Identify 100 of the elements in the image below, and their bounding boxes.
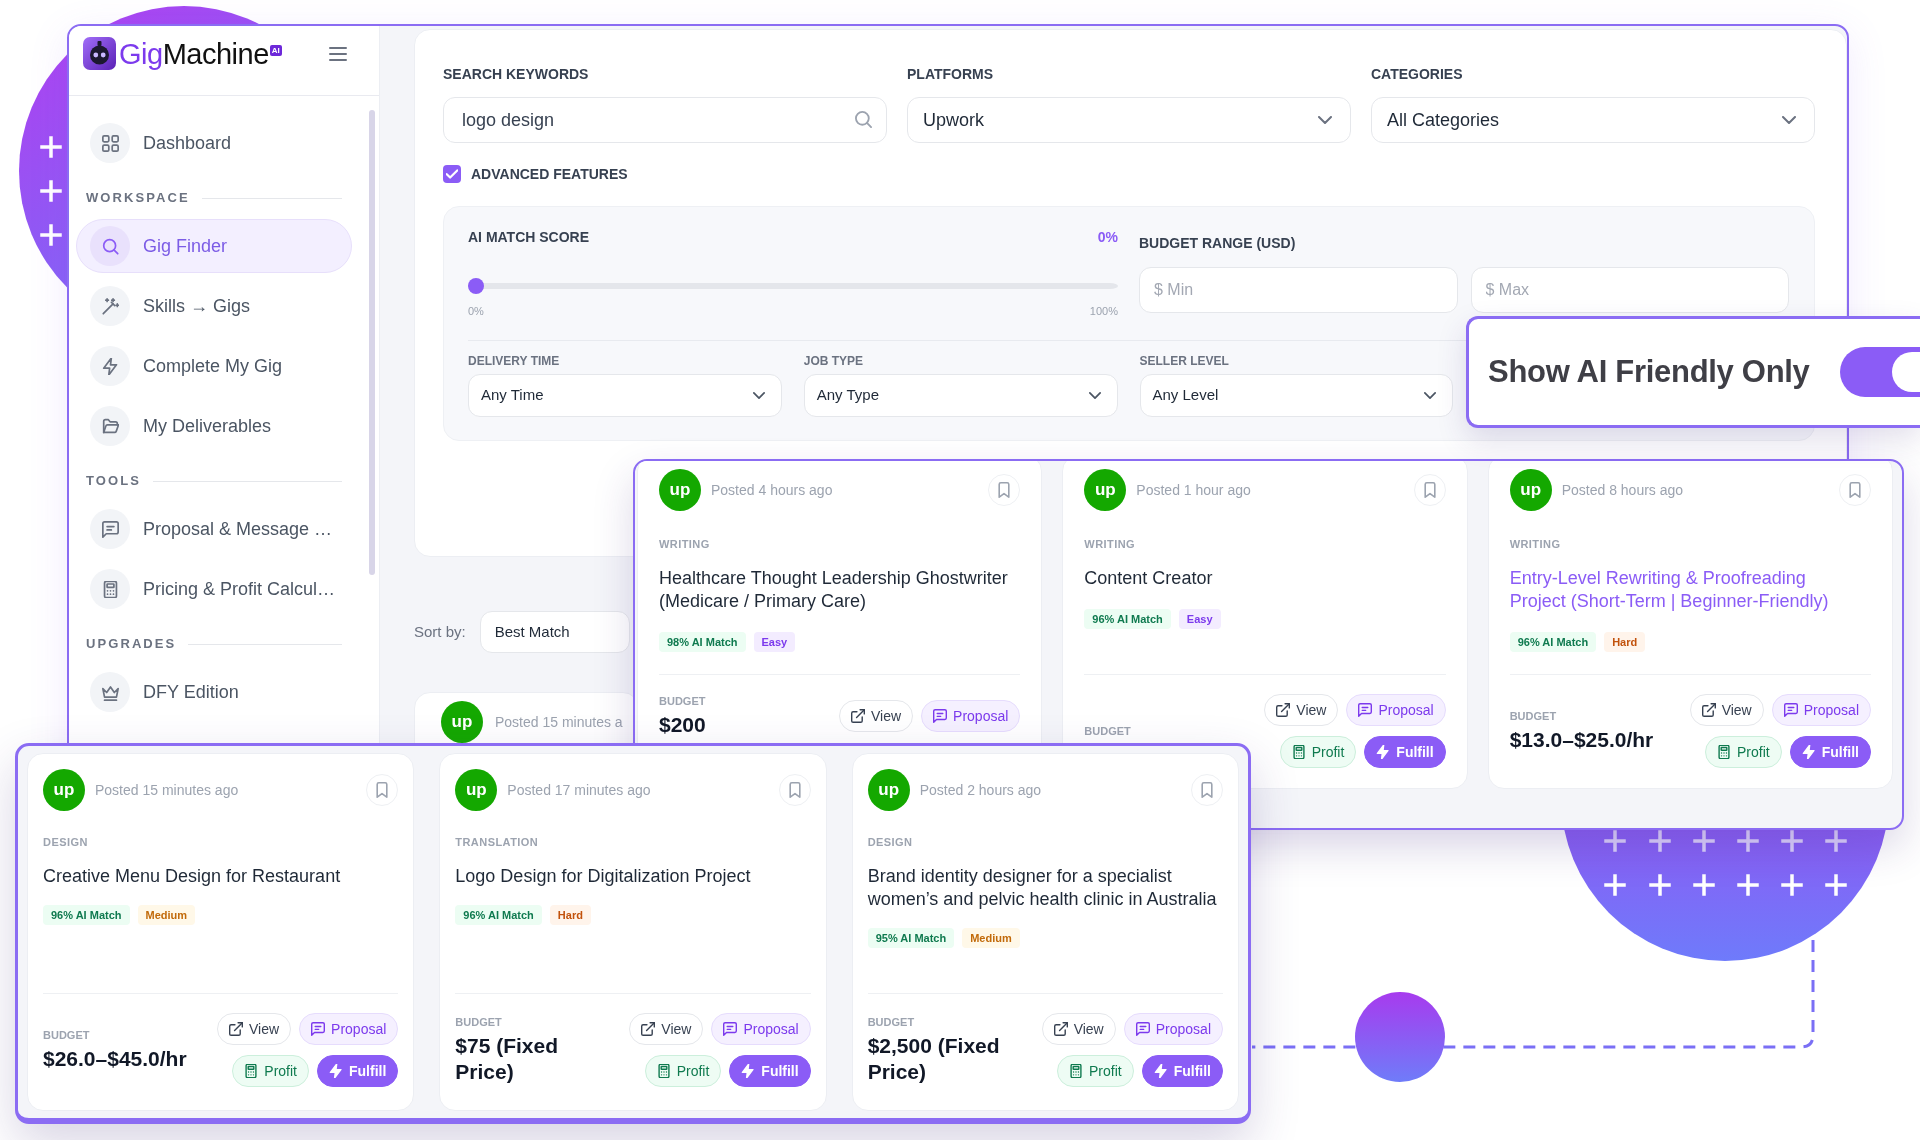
fulfill-button[interactable]: Fulfill — [729, 1055, 811, 1087]
dropdown[interactable]: Upwork — [907, 97, 1351, 143]
proposal-button[interactable]: Proposal — [1123, 1013, 1223, 1045]
proposal-button[interactable]: Proposal — [921, 700, 1021, 732]
view-button[interactable]: View — [1041, 1013, 1116, 1045]
fulfill-button[interactable]: Fulfill — [1364, 736, 1446, 768]
job-title: Logo Design for Digitalization Project — [455, 865, 752, 888]
dropdown[interactable]: All Categories — [1371, 97, 1815, 143]
match-score-tag: 96% AI Match — [43, 905, 130, 925]
chat-icon — [311, 1022, 326, 1036]
platform-avatar: up — [1084, 469, 1127, 511]
sidebar-item[interactable]: My Deliverables — [76, 399, 352, 453]
profit-button[interactable]: Profit — [1705, 736, 1782, 768]
profit-button[interactable]: Profit — [232, 1055, 309, 1087]
toggle-switch[interactable] — [1840, 347, 1920, 397]
external-link-icon — [850, 709, 865, 723]
posted-time: Posted 1 hour ago — [1136, 480, 1251, 500]
budget-amount: $2,500 (Fixed Price) — [867, 1033, 1001, 1085]
budget-amount: $26.0–$45.0/hr — [43, 1046, 187, 1072]
bookmark-icon — [376, 782, 389, 798]
bookmark-icon — [998, 482, 1011, 498]
calculator-icon — [1291, 745, 1306, 759]
field-label: SEARCH KEYWORDS — [443, 66, 590, 82]
calculator-icon — [656, 1064, 671, 1078]
section-label: TOOLS — [86, 473, 141, 489]
budget-label: BUDGET — [43, 1028, 91, 1042]
sort-dropdown[interactable]: Best Match — [479, 611, 630, 653]
dropdown[interactable]: Any Level — [1139, 374, 1454, 417]
calculator-icon — [244, 1064, 259, 1078]
sidebar-item[interactable]: Pricing & Profit Calcul… — [76, 562, 352, 616]
difficulty-tag: Hard — [1604, 632, 1646, 652]
chat-icon — [723, 1022, 738, 1036]
sidebar-item[interactable]: DFY Edition — [76, 665, 352, 719]
platform-avatar: up — [867, 769, 910, 811]
profit-button[interactable]: Profit — [1057, 1055, 1134, 1087]
view-button[interactable]: View — [838, 700, 914, 732]
match-score-tag: 98% AI Match — [659, 632, 746, 652]
section-label: WORKSPACE — [86, 190, 190, 206]
chevron-down-icon — [1318, 116, 1332, 124]
view-button[interactable]: View — [1264, 694, 1339, 726]
fulfill-button[interactable]: Fulfill — [1141, 1055, 1223, 1087]
profit-button[interactable]: Profit — [1279, 736, 1357, 768]
sidebar-item[interactable]: Complete My Gig — [76, 339, 352, 393]
bookmark-icon — [1849, 482, 1861, 498]
view-button[interactable]: View — [1689, 694, 1764, 726]
slider-thumb[interactable] — [468, 278, 484, 294]
calculator-icon — [1717, 745, 1731, 759]
bookmark-icon — [1423, 482, 1436, 498]
chevron-down-icon — [1088, 392, 1101, 399]
chat-icon — [90, 509, 130, 549]
proposal-button[interactable]: Proposal — [1346, 694, 1446, 726]
grid-icon — [90, 123, 130, 163]
proposal-button[interactable]: Proposal — [711, 1013, 811, 1045]
field-label: DELIVERY TIME — [468, 354, 561, 368]
budget-label: BUDGET — [1084, 724, 1131, 738]
toggle-label: Show AI Friendly Only — [1488, 352, 1810, 391]
sidebar-item[interactable]: Proposal & Message … — [76, 502, 352, 556]
slider-max-label: 100% — [1089, 305, 1118, 318]
proposal-button[interactable]: Proposal — [299, 1013, 399, 1045]
min-budget-field[interactable]: $ Min — [1139, 267, 1458, 313]
menu-icon[interactable] — [329, 46, 347, 61]
difficulty-tag: Medium — [137, 905, 196, 925]
difficulty-tag: Easy — [753, 632, 796, 652]
calculator-icon — [90, 569, 130, 609]
budget-label: BUDGET — [659, 694, 706, 708]
field-label: PLATFORMS — [907, 66, 995, 82]
job-title: Entry-Level Rewriting & Proofreading Project (Short-Term | Beginner-Friendly) — [1509, 567, 1830, 613]
posted-time: Posted 2 hours ago — [919, 780, 1042, 800]
sidebar-item[interactable]: Gig Finder — [76, 219, 352, 273]
profit-button[interactable]: Profit — [644, 1055, 722, 1087]
logo-icon — [83, 37, 116, 70]
view-button[interactable]: View — [629, 1013, 704, 1045]
posted-time: Posted 8 hours ago — [1561, 480, 1684, 500]
external-link-icon — [1053, 1022, 1068, 1036]
job-title: Creative Menu Design for Restaurant — [43, 865, 342, 888]
view-button[interactable]: View — [216, 1013, 292, 1045]
dropdown[interactable]: Any Time — [468, 374, 782, 417]
category-label: TRANSLATION — [455, 835, 540, 849]
field-label: CATEGORIES — [1371, 66, 1464, 82]
fulfill-button[interactable]: Fulfill — [1789, 736, 1871, 768]
sidebar-item[interactable]: Dashboard — [76, 116, 352, 170]
budget-label: BUDGET — [867, 1015, 916, 1029]
chevron-down-icon — [1782, 116, 1796, 124]
bookmark-icon — [1201, 782, 1213, 798]
proposal-button[interactable]: Proposal — [1771, 694, 1871, 726]
posted-time: Posted 4 hours ago — [711, 480, 833, 500]
budget-label: BUDGET — [455, 1015, 503, 1029]
job-title: Content Creator — [1084, 567, 1214, 590]
max-budget-field[interactable]: $ Max — [1470, 267, 1789, 313]
chevron-down-icon — [1424, 392, 1437, 399]
slider-min-label: 0% — [468, 305, 484, 318]
search-field[interactable]: logo design — [443, 97, 887, 143]
dropdown[interactable]: Any Type — [803, 374, 1118, 417]
sidebar-item[interactable]: Skills → Gigs — [76, 279, 352, 333]
budget-amount: $200 — [659, 712, 706, 738]
calculator-icon — [1069, 1064, 1083, 1078]
scrollbar[interactable] — [369, 110, 375, 575]
checkbox[interactable] — [443, 165, 461, 183]
match-score-tag: 96% AI Match — [1509, 632, 1597, 652]
fulfill-button[interactable]: Fulfill — [317, 1055, 399, 1087]
